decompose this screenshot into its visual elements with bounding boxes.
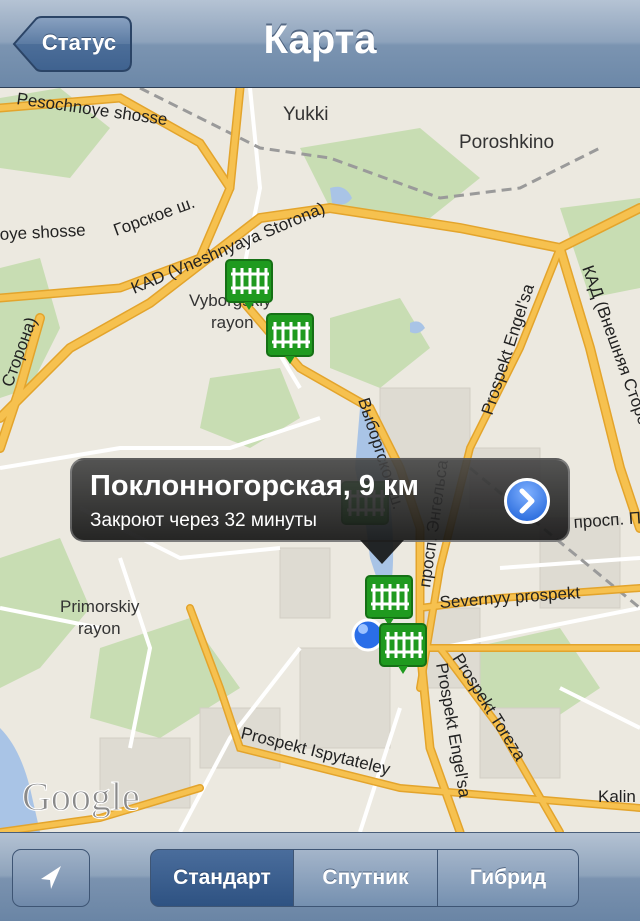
segment-satellite[interactable]: Спутник [293,849,438,907]
current-location-button[interactable] [12,849,90,907]
callout-pointer [360,540,404,564]
bottom-toolbar: Стандарт Спутник Гибрид [0,832,640,921]
callout-title: Поклонногорская, 9 км [90,470,420,502]
navigation-bar: Статус Карта [0,0,640,88]
crossing-marker[interactable] [266,313,314,364]
label-primorskiy-1: Primorskiy [60,597,140,616]
callout-subtitle: Закроют через 32 минуты [90,510,317,531]
road-label-kalinin: Kalin [598,787,636,806]
label-poroshkino: Poroshkino [459,132,554,153]
crossing-marker[interactable] [365,575,413,626]
crossing-marker[interactable] [379,623,427,674]
page-title: Карта [263,18,377,62]
chevron-right-icon [519,488,535,514]
detail-disclosure-button[interactable] [504,478,550,524]
annotation-callout[interactable]: Поклонногорская, 9 км Закроют через 32 м… [70,458,570,542]
segment-hybrid[interactable]: Гибрид [437,849,579,907]
label-primorskiy-2: rayon [78,619,121,638]
user-location-dot [351,618,385,652]
google-logo: Google [22,774,140,819]
segment-standard[interactable]: Стандарт [150,849,294,907]
label-yukki: Yukki [283,104,328,125]
crossing-marker[interactable] [225,259,273,310]
label-vyborg-rayon-2: rayon [211,313,254,332]
location-arrow-icon [41,866,61,889]
